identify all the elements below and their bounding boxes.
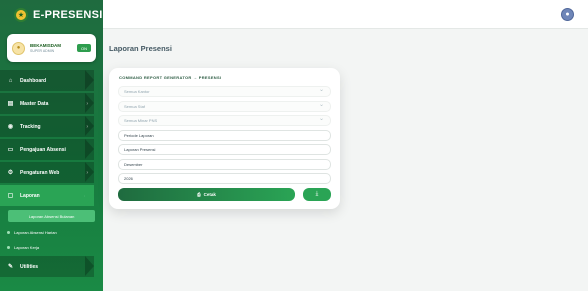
sidebar-item-label: Tracking: [20, 123, 41, 130]
profile-card[interactable]: ● BEKAMISDAM SUPER ADMIN ON: [7, 34, 96, 62]
sidebar-item-master-data[interactable]: ▤ Master Data ›: [0, 93, 94, 114]
pns-select[interactable]: Semua Minar PNS: [118, 115, 331, 126]
location-icon: ◉: [7, 124, 14, 130]
sidebar-subitem-label: Laporan Absensi Harian: [14, 229, 57, 235]
user-icon[interactable]: ●: [561, 8, 574, 21]
chevron-right-icon: ›: [86, 100, 88, 107]
print-button-label: Cetak: [203, 191, 216, 197]
sidebar-item-pengaturan-web[interactable]: ⚙ Pengaturan Web ›: [0, 162, 94, 183]
sidebar-item-laporan[interactable]: ▢ Laporan ⌄: [0, 185, 94, 206]
chevron-right-icon: ›: [86, 123, 88, 130]
sidebar-item-pengajuan-absensi[interactable]: ▭ Pengajuan Absensi: [0, 139, 94, 160]
sidebar-item-label: Utilities: [20, 263, 39, 270]
sidebar-subitem-laporan-bulanan[interactable]: Laporan Absensi Bulanan: [8, 210, 95, 222]
period-field[interactable]: Periode Laporan: [118, 129, 331, 141]
folder-icon: ▭: [7, 147, 14, 153]
status-badge: ON: [77, 44, 91, 52]
sidebar-item-dashboard[interactable]: ⌂ Dashboard: [0, 70, 94, 91]
sidebar-item-label: Master Data: [20, 100, 49, 107]
report-icon: ▢: [7, 193, 14, 199]
emblem-icon: ★: [14, 8, 28, 22]
office-select[interactable]: Semua Kantor: [118, 86, 331, 97]
sidebar-item-label: Laporan: [20, 192, 40, 199]
sidebar-subitem-laporan-kerja[interactable]: Laporan Kerja: [0, 241, 103, 253]
staff-select[interactable]: Semua Staf: [118, 100, 331, 112]
sidebar-subitem-label: Laporan Kerja: [14, 244, 40, 250]
sidebar-item-tracking[interactable]: ◉ Tracking ›: [0, 116, 94, 137]
avatar: ●: [12, 41, 25, 55]
printer-icon: ⎙: [197, 191, 201, 197]
gear-icon: ⚙: [7, 170, 14, 176]
month-field[interactable]: Desember: [118, 158, 331, 170]
download-button[interactable]: ⤓: [303, 187, 331, 201]
sidebar-subitem-laporan-harian[interactable]: Laporan Absensi Harian: [0, 226, 103, 238]
bullet-icon: [7, 245, 10, 249]
chevron-down-icon: ⌄: [83, 192, 88, 199]
brand[interactable]: ★ E-PRESENSI: [0, 0, 103, 30]
sidebar-item-label: Pengajuan Absensi: [20, 146, 66, 153]
profile-name: BEKAMISDAM: [30, 43, 61, 48]
tools-icon: ✎: [7, 264, 14, 270]
chevron-right-icon: ›: [86, 169, 88, 176]
year-field[interactable]: 2026: [118, 173, 331, 184]
sidebar-subitem-label: Laporan Absensi Bulanan: [28, 213, 75, 219]
page-title: Laporan Presensi: [109, 44, 172, 53]
card-header: COMMAND REPORT GENERATOR → PRESENSI: [119, 75, 222, 80]
print-button[interactable]: ⎙ Cetak: [118, 187, 295, 201]
report-title-field[interactable]: Laporan Presensi: [118, 144, 331, 155]
download-icon: ⤓: [315, 190, 319, 197]
topbar: ●: [103, 0, 588, 29]
home-icon: ⌂: [8, 77, 13, 84]
report-generator-card: COMMAND REPORT GENERATOR → PRESENSI Semu…: [109, 68, 340, 209]
sidebar: ★ E-PRESENSI ● BEKAMISDAM SUPER ADMIN ON…: [0, 0, 103, 291]
sidebar-menu: ⌂ Dashboard ▤ Master Data › ◉ Tracking ›…: [0, 70, 103, 277]
profile-role: SUPER ADMIN: [30, 49, 55, 53]
sidebar-item-label: Dashboard: [20, 77, 47, 84]
bullet-icon: [7, 230, 10, 234]
database-icon: ▤: [7, 101, 14, 107]
sidebar-item-utilities[interactable]: ✎ Utilities: [0, 256, 94, 277]
sidebar-item-label: Pengaturan Web: [20, 169, 60, 176]
app-title: E-PRESENSI: [33, 9, 103, 21]
